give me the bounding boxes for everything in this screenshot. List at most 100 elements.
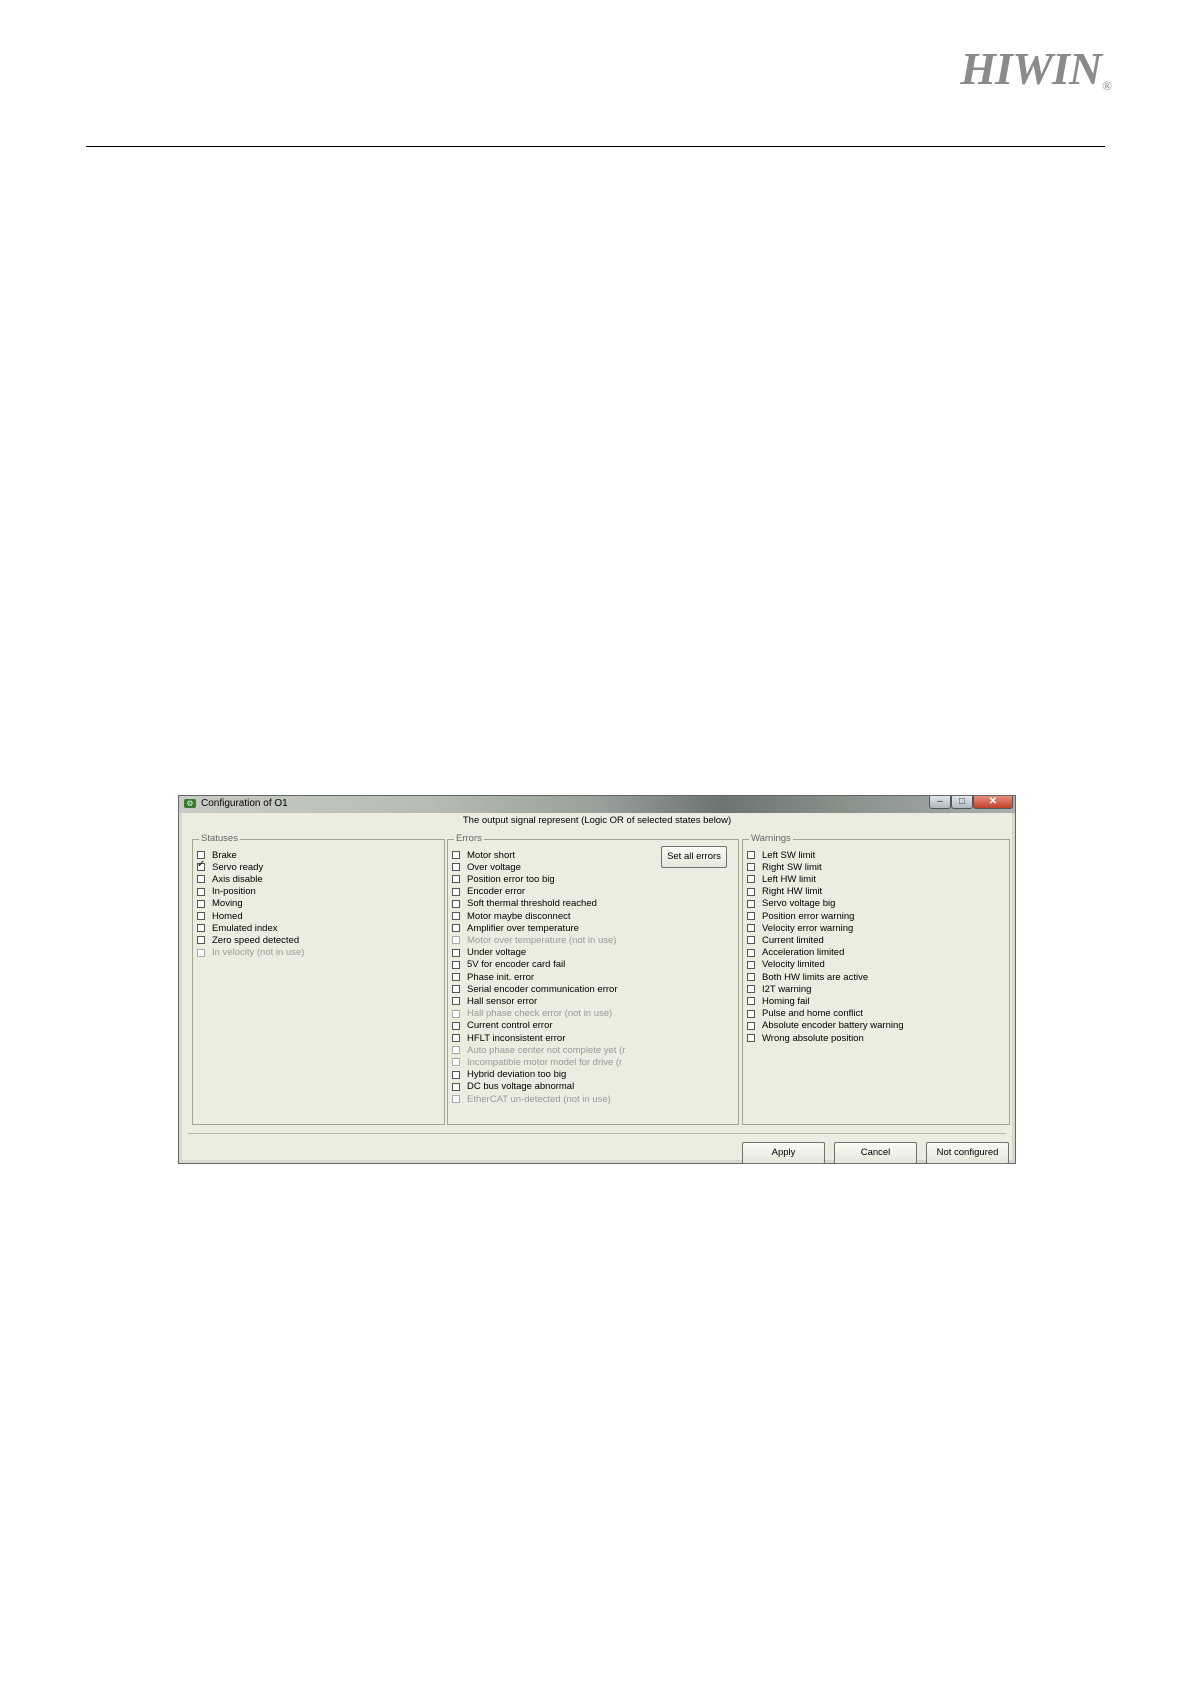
checkbox-item[interactable]: Right SW limit	[747, 861, 822, 873]
checkbox[interactable]	[747, 936, 755, 945]
checkbox[interactable]	[452, 973, 460, 981]
checkbox[interactable]	[452, 997, 460, 1006]
checkbox-item[interactable]: Current limited	[747, 934, 824, 946]
checkbox[interactable]	[747, 863, 755, 872]
checkbox-item[interactable]: 5V for encoder card fail	[452, 959, 565, 971]
checkbox[interactable]	[197, 851, 205, 859]
checkbox-item[interactable]: In-position	[197, 886, 256, 898]
checkbox-item[interactable]: Amplifier over temperature	[452, 922, 579, 934]
checkbox-item[interactable]: Homed	[197, 910, 243, 922]
checkbox[interactable]	[452, 1070, 460, 1079]
checkbox-item[interactable]: Servo voltage big	[747, 898, 835, 910]
checkbox-item[interactable]: Pulse and home conflict	[747, 1008, 863, 1020]
checkbox-item[interactable]: Hybrid deviation too big	[452, 1069, 566, 1081]
checkbox[interactable]	[747, 924, 755, 933]
checkbox[interactable]	[747, 912, 755, 920]
checkbox-label: Right HW limit	[762, 886, 823, 898]
checkbox-item[interactable]: Both HW limits are active	[747, 971, 868, 983]
checkbox[interactable]	[197, 899, 205, 908]
checkbox-item[interactable]: Motor maybe disconnect	[452, 910, 571, 922]
checkbox-item[interactable]: Servo ready	[197, 859, 264, 873]
checkbox[interactable]	[197, 887, 205, 896]
checkbox-label: Servo voltage big	[762, 898, 836, 910]
checkbox[interactable]	[747, 875, 755, 884]
checkbox-item[interactable]: Axis disable	[197, 873, 263, 885]
config-dialog: ⚙ Configuration of O1 – □ ✕ The output s…	[178, 795, 1016, 1164]
checkbox-item[interactable]: Acceleration limited	[747, 947, 844, 959]
checkbox-item[interactable]: I2T warning	[747, 983, 811, 995]
checkbox[interactable]	[747, 985, 755, 994]
checkbox[interactable]	[747, 1034, 755, 1042]
checkbox-item[interactable]: Left HW limit	[747, 873, 816, 885]
checkbox-item[interactable]: Current control error	[452, 1020, 553, 1032]
checkbox-item[interactable]: Velocity limited	[747, 959, 825, 971]
checkbox-item[interactable]: Homing fail	[747, 995, 810, 1007]
checkbox-label: Velocity limited	[762, 959, 825, 971]
checkbox-item[interactable]: Moving	[197, 898, 243, 910]
checkbox-item[interactable]: Emulated index	[197, 922, 277, 934]
checkbox-label: Hall phase check error (not in use)	[467, 1008, 613, 1020]
checkbox-item[interactable]: Position error warning	[747, 910, 854, 922]
checkbox-item[interactable]: Serial encoder communication error	[452, 983, 617, 995]
checkbox[interactable]	[747, 973, 755, 981]
checkbox-item[interactable]: Encoder error	[452, 886, 525, 898]
checkbox-item[interactable]: Left SW limit	[747, 849, 815, 861]
checkbox[interactable]	[452, 875, 460, 884]
maximize-icon: □	[958, 796, 966, 807]
checkbox-label: Servo ready	[212, 861, 264, 873]
checkbox-item[interactable]: Soft thermal threshold reached	[452, 898, 597, 910]
minimize-button[interactable]: –	[929, 796, 951, 809]
not-configured-button[interactable]: Not configured	[926, 1142, 1009, 1164]
checkbox[interactable]	[452, 912, 460, 920]
maximize-button[interactable]: □	[951, 796, 973, 809]
checkbox-item[interactable]: Absolute encoder battery warning	[747, 1020, 904, 1032]
cancel-button[interactable]: Cancel	[834, 1142, 917, 1164]
close-icon: ✕	[988, 796, 998, 807]
checkbox-item[interactable]: Zero speed detected	[197, 934, 299, 946]
checkbox[interactable]	[747, 887, 755, 896]
checkbox[interactable]	[452, 924, 460, 933]
close-button[interactable]: ✕	[973, 796, 1013, 809]
checkbox[interactable]	[197, 875, 205, 884]
apply-button[interactable]: Apply	[742, 1142, 825, 1164]
checkbox-item: Motor over temperature (not in use)	[452, 934, 616, 946]
checkbox[interactable]	[747, 997, 755, 1006]
checkbox-label: Encoder error	[467, 886, 526, 898]
set-all-errors-button[interactable]: Set all errors	[661, 846, 727, 868]
checkbox-item[interactable]: Wrong absolute position	[747, 1032, 864, 1044]
checkbox[interactable]	[747, 960, 755, 969]
checkbox-checked[interactable]	[197, 859, 205, 872]
minimize-icon: –	[937, 796, 943, 807]
checkbox[interactable]	[452, 863, 460, 872]
checkbox-item[interactable]: Motor short	[452, 849, 515, 861]
checkbox[interactable]	[452, 851, 460, 859]
checkbox-item[interactable]: Hall sensor error	[452, 995, 537, 1007]
checkbox[interactable]	[452, 887, 460, 896]
checkbox-item[interactable]: Position error too big	[452, 873, 555, 885]
checkbox-item[interactable]: Velocity error warning	[747, 922, 853, 934]
checkbox[interactable]	[747, 899, 755, 908]
checkbox[interactable]	[452, 899, 460, 908]
checkbox-label: Current control error	[467, 1020, 553, 1032]
checkbox[interactable]	[452, 960, 460, 969]
checkbox-item[interactable]: Under voltage	[452, 947, 526, 959]
checkbox[interactable]	[452, 1021, 460, 1030]
checkbox[interactable]	[747, 1009, 755, 1018]
checkbox-item[interactable]: HFLT inconsistent error	[452, 1032, 565, 1044]
checkbox[interactable]	[747, 948, 755, 957]
checkbox-item[interactable]: Phase init. error	[452, 971, 534, 983]
checkbox[interactable]	[197, 924, 205, 933]
checkbox-item[interactable]: DC bus voltage abnormal	[452, 1081, 574, 1093]
checkbox-item[interactable]: Over voltage	[452, 861, 521, 873]
checkbox[interactable]	[197, 936, 205, 945]
checkbox[interactable]	[747, 851, 755, 859]
title-bar[interactable]: ⚙ Configuration of O1 – □ ✕	[179, 796, 1015, 813]
checkbox-label: DC bus voltage abnormal	[467, 1081, 575, 1093]
checkbox[interactable]	[452, 1082, 460, 1091]
checkbox[interactable]	[452, 1034, 460, 1042]
checkbox[interactable]	[197, 912, 205, 920]
checkbox[interactable]	[452, 985, 460, 994]
checkbox-item[interactable]: Right HW limit	[747, 886, 822, 898]
checkbox[interactable]	[452, 948, 460, 957]
checkbox[interactable]	[747, 1021, 755, 1030]
